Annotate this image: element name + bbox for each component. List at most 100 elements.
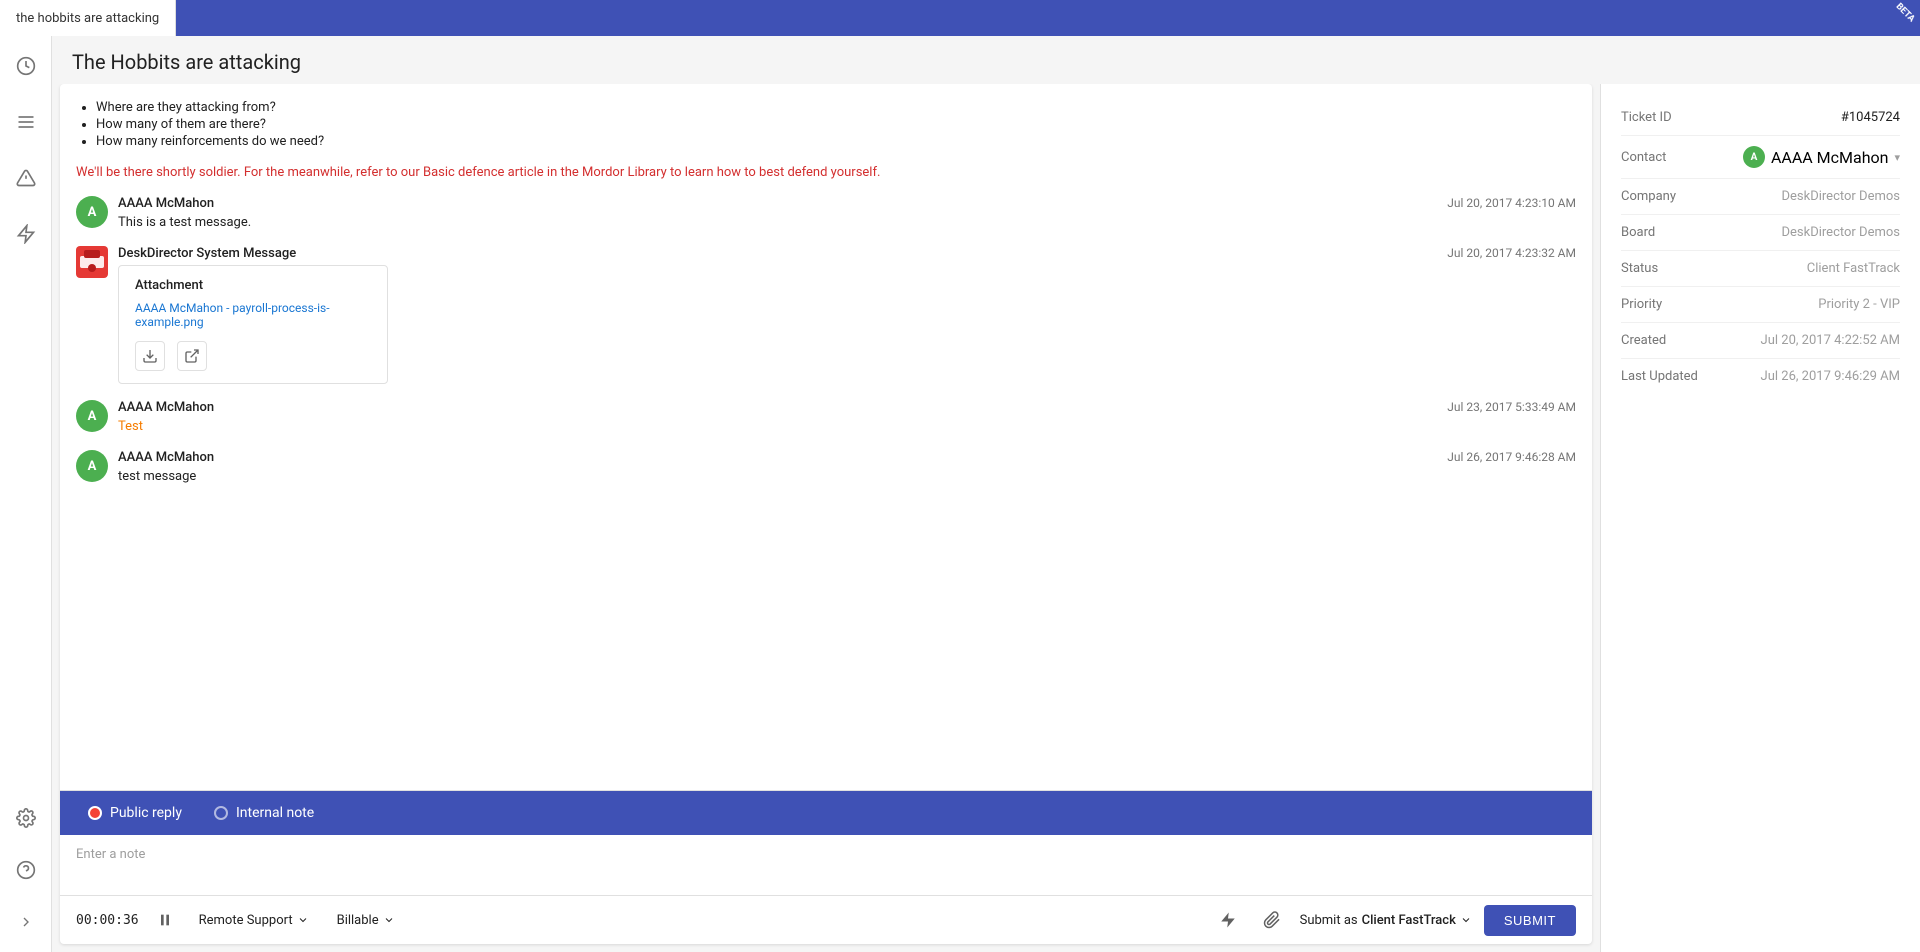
billable-dropdown[interactable]: Billable: [329, 909, 403, 932]
message-item-4: A AAAA McMahon Jul 26, 2017 9:46:28 AM t…: [76, 450, 1576, 484]
pause-button[interactable]: [151, 906, 179, 934]
board-row: Board DeskDirector Demos: [1621, 215, 1900, 251]
message-sender: AAAA McMahon: [118, 196, 214, 211]
bullet-2: How many of them are there?: [96, 117, 1576, 132]
last-updated-label: Last Updated: [1621, 369, 1698, 384]
reply-footer: 00:00:36 Remote Support: [60, 895, 1592, 944]
attachment-filename: AAAA McMahon - payroll-process-is-exampl…: [135, 301, 371, 329]
lightning-action-btn[interactable]: [1212, 904, 1244, 936]
message-time-4: Jul 26, 2017 9:46:28 AM: [1447, 450, 1576, 464]
avatar-system: [76, 246, 108, 278]
message-item-system: DeskDirector System Message Jul 20, 2017…: [76, 246, 1576, 384]
note-input-area[interactable]: Enter a note: [60, 835, 1592, 895]
tab-internal-note[interactable]: Internal note: [198, 791, 330, 835]
message-header-4: AAAA McMahon Jul 26, 2017 9:46:28 AM: [118, 450, 1576, 465]
message-header-3: AAAA McMahon Jul 23, 2017 5:33:49 AM: [118, 400, 1576, 415]
tab-public-reply[interactable]: Public reply: [72, 791, 198, 835]
company-value: DeskDirector Demos: [1781, 189, 1900, 204]
contact-value[interactable]: A AAAA McMahon ▾: [1743, 146, 1900, 168]
message-sender-3: AAAA McMahon: [118, 400, 214, 415]
ticket-id-row: Ticket ID #1045724: [1621, 100, 1900, 136]
contact-row: Contact A AAAA McMahon ▾: [1621, 136, 1900, 179]
message-body: This is a test message.: [118, 215, 1576, 230]
reply-tabs: Public reply Internal note: [60, 791, 1592, 835]
attachment-card: Attachment AAAA McMahon - payroll-proces…: [118, 265, 388, 384]
status-value: Client FastTrack: [1807, 261, 1900, 276]
contact-chevron: ▾: [1894, 151, 1900, 164]
sidebar-icon-clock[interactable]: [8, 48, 44, 84]
message-time-system: Jul 20, 2017 4:23:32 AM: [1447, 246, 1576, 260]
bullet-1: Where are they attacking from?: [96, 100, 1576, 115]
created-label: Created: [1621, 333, 1666, 348]
sidebar-icon-lightning[interactable]: [8, 216, 44, 252]
message-sender-4: AAAA McMahon: [118, 450, 214, 465]
submit-as-label: Submit as: [1300, 913, 1358, 928]
sidebar-icon-list[interactable]: [8, 104, 44, 140]
sidebar-icon-settings[interactable]: [8, 800, 44, 836]
sidebar-expand-btn[interactable]: [8, 904, 44, 940]
message-body-3: Test: [118, 419, 1576, 434]
contact-name: AAAA McMahon: [1771, 148, 1889, 167]
attachment-action-btn[interactable]: [1256, 904, 1288, 936]
attachment-actions: [135, 341, 371, 371]
created-value: Jul 20, 2017 4:22:52 AM: [1761, 333, 1900, 348]
sidebar-icon-alert[interactable]: [8, 160, 44, 196]
priority-value: Priority 2 - VIP: [1818, 297, 1900, 312]
message-item: A AAAA McMahon Jul 20, 2017 4:23:10 AM T…: [76, 196, 1576, 230]
public-reply-radio: [88, 806, 102, 820]
message-item-3: A AAAA McMahon Jul 23, 2017 5:33:49 AM T…: [76, 400, 1576, 434]
message-time-3: Jul 23, 2017 5:33:49 AM: [1447, 400, 1576, 414]
attachment-label: Attachment: [135, 278, 371, 293]
messages-area[interactable]: Where are they attacking from? How many …: [60, 84, 1592, 790]
company-label: Company: [1621, 189, 1676, 204]
board-value: DeskDirector Demos: [1781, 225, 1900, 240]
ticket-id-value: #1045724: [1841, 110, 1900, 125]
message-content-system: DeskDirector System Message Jul 20, 2017…: [118, 246, 1576, 384]
intro-section: Where are they attacking from? How many …: [76, 96, 1576, 165]
status-label: Status: [1621, 261, 1658, 276]
message-sender-system: DeskDirector System Message: [118, 246, 296, 261]
remote-support-label: Remote Support: [199, 913, 293, 928]
message-header-system: DeskDirector System Message Jul 20, 2017…: [118, 246, 1576, 261]
remote-support-dropdown[interactable]: Remote Support: [191, 909, 317, 932]
submit-button[interactable]: SUBMIT: [1484, 905, 1576, 936]
timer-display: 00:00:36: [76, 913, 139, 928]
submit-as-area: Submit as Client FastTrack: [1300, 913, 1472, 928]
download-button[interactable]: [135, 341, 165, 371]
avatar-4: A: [76, 450, 108, 482]
open-button[interactable]: [177, 341, 207, 371]
priority-label: Priority: [1621, 297, 1662, 312]
content-area: The Hobbits are attacking Where are they…: [52, 36, 1920, 952]
public-reply-label: Public reply: [110, 805, 182, 821]
top-bar: the hobbits are attacking: [0, 0, 1920, 36]
internal-note-label: Internal note: [236, 805, 314, 821]
internal-note-radio: [214, 806, 228, 820]
last-updated-value: Jul 26, 2017 9:46:29 AM: [1761, 369, 1900, 384]
message-content-4: AAAA McMahon Jul 26, 2017 9:46:28 AM tes…: [118, 450, 1576, 484]
board-label: Board: [1621, 225, 1655, 240]
tab-ticket[interactable]: the hobbits are attacking: [0, 0, 176, 36]
created-row: Created Jul 20, 2017 4:22:52 AM: [1621, 323, 1900, 359]
content-split: Where are they attacking from? How many …: [52, 84, 1920, 952]
status-row: Status Client FastTrack: [1621, 251, 1900, 287]
right-panel: Ticket ID #1045724 Contact A AAAA McMaho…: [1600, 84, 1920, 952]
message-content-3: AAAA McMahon Jul 23, 2017 5:33:49 AM Tes…: [118, 400, 1576, 434]
last-updated-row: Last Updated Jul 26, 2017 9:46:29 AM: [1621, 359, 1900, 394]
company-row: Company DeskDirector Demos: [1621, 179, 1900, 215]
intro-reply: We'll be there shortly soldier. For the …: [76, 165, 1576, 180]
ticket-main: Where are they attacking from? How many …: [60, 84, 1592, 944]
page-header: The Hobbits are attacking: [52, 36, 1920, 84]
billable-label: Billable: [337, 913, 379, 928]
footer-actions: Submit as Client FastTrack SUBMIT: [1212, 904, 1576, 936]
tab-ticket-label: the hobbits are attacking: [16, 11, 159, 26]
page-title: The Hobbits are attacking: [72, 50, 1900, 74]
note-placeholder[interactable]: Enter a note: [76, 847, 1576, 862]
avatar-3: A: [76, 400, 108, 432]
message-body-4: test message: [118, 469, 1576, 484]
contact-avatar: A: [1743, 146, 1765, 168]
sidebar-bottom: [8, 800, 44, 952]
sidebar-icon-help[interactable]: [8, 852, 44, 888]
submit-as-status: Client FastTrack: [1362, 913, 1456, 928]
message-content: AAAA McMahon Jul 20, 2017 4:23:10 AM Thi…: [118, 196, 1576, 230]
left-sidebar: [0, 36, 52, 952]
